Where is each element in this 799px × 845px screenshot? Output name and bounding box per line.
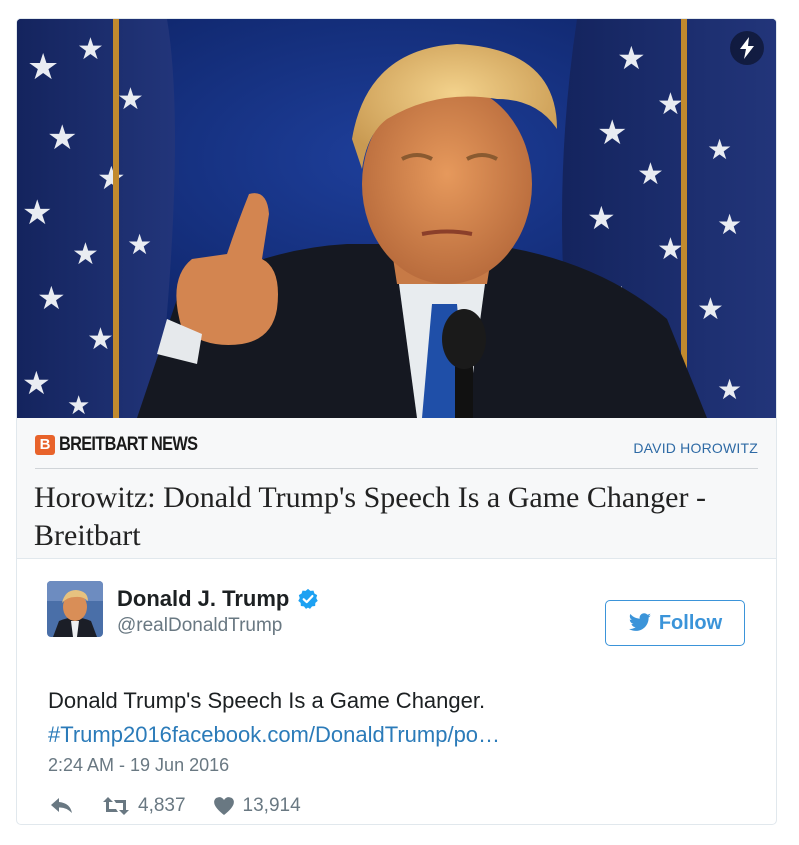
follow-button[interactable]: Follow (605, 600, 745, 646)
reply-button[interactable] (50, 797, 74, 815)
publisher-brand: B BREITBART NEWS (35, 434, 220, 456)
media-image[interactable]: ★ ★ ★ ★ ★ ★ ★ ★ ★ ★ ★ ★ ★ ★ ★ ★ ★ ★ ★ ★ … (17, 19, 776, 418)
user-handle[interactable]: @realDonaldTrump (117, 615, 282, 637)
photo-illustration: ★ ★ ★ ★ ★ ★ ★ ★ ★ ★ ★ ★ ★ ★ ★ ★ ★ ★ ★ ★ … (17, 19, 776, 418)
publisher-logo: B (35, 435, 55, 455)
tweet-body: Donald Trump's Speech Is a Game Changer. (48, 688, 486, 713)
tweet-actions: 4,837 13,914 (50, 795, 301, 817)
svg-text:★: ★ (22, 364, 51, 402)
moments-badge (730, 31, 764, 65)
heart-icon (213, 797, 234, 815)
svg-text:★: ★ (697, 292, 724, 327)
embedded-tweet-card: ★ ★ ★ ★ ★ ★ ★ ★ ★ ★ ★ ★ ★ ★ ★ ★ ★ ★ ★ ★ … (16, 18, 777, 825)
svg-text:★: ★ (72, 237, 99, 272)
link-preview[interactable]: B BREITBART NEWS DAVID HOROWITZ Horowitz… (17, 418, 776, 559)
svg-text:★: ★ (637, 157, 664, 192)
svg-text:★: ★ (87, 322, 114, 357)
article-headline[interactable]: Horowitz: Donald Trump's Speech Is a Gam… (34, 479, 734, 555)
author-name-line: Donald J. Trump (117, 586, 319, 612)
svg-text:★: ★ (22, 193, 52, 233)
svg-text:★: ★ (717, 373, 742, 406)
svg-text:★: ★ (617, 39, 646, 77)
svg-text:★: ★ (117, 82, 144, 117)
lightning-icon (740, 37, 754, 59)
tweet-link[interactable]: #Trump2016facebook.com/DonaldTrump/po… (48, 718, 748, 752)
svg-text:★: ★ (657, 87, 684, 122)
verified-badge-icon (298, 588, 319, 609)
svg-text:★: ★ (97, 159, 126, 197)
like-button[interactable]: 13,914 (213, 795, 301, 817)
avatar-image (47, 581, 103, 637)
reply-icon (51, 798, 72, 813)
article-author: DAVID HOROWITZ (633, 440, 758, 456)
like-count: 13,914 (242, 795, 301, 816)
publisher-name: BREITBART NEWS (59, 434, 198, 455)
twitter-bird-icon (628, 613, 651, 631)
svg-text:★: ★ (707, 133, 732, 166)
svg-text:★: ★ (67, 391, 90, 418)
retweet-button[interactable]: 4,837 (102, 795, 186, 817)
follow-label: Follow (658, 611, 723, 634)
tweet: Donald J. Trump @realDonaldTrump Follow … (17, 559, 776, 824)
svg-text:★: ★ (657, 232, 684, 267)
svg-text:★: ★ (37, 279, 66, 317)
avatar[interactable] (47, 581, 103, 637)
svg-text:★: ★ (47, 118, 77, 158)
display-name[interactable]: Donald J. Trump (117, 586, 289, 612)
svg-text:★: ★ (717, 208, 742, 241)
source-row: B BREITBART NEWS DAVID HOROWITZ (35, 432, 758, 469)
tweet-timestamp[interactable]: 2:24 AM - 19 Jun 2016 (48, 755, 229, 776)
retweet-icon (103, 797, 129, 815)
tweet-text: Donald Trump's Speech Is a Game Changer.… (48, 684, 748, 752)
svg-text:★: ★ (77, 32, 104, 67)
svg-text:★: ★ (127, 228, 152, 261)
retweet-count: 4,837 (138, 795, 186, 816)
svg-text:★: ★ (597, 113, 627, 153)
svg-text:★: ★ (587, 199, 616, 237)
svg-text:★: ★ (27, 47, 59, 88)
